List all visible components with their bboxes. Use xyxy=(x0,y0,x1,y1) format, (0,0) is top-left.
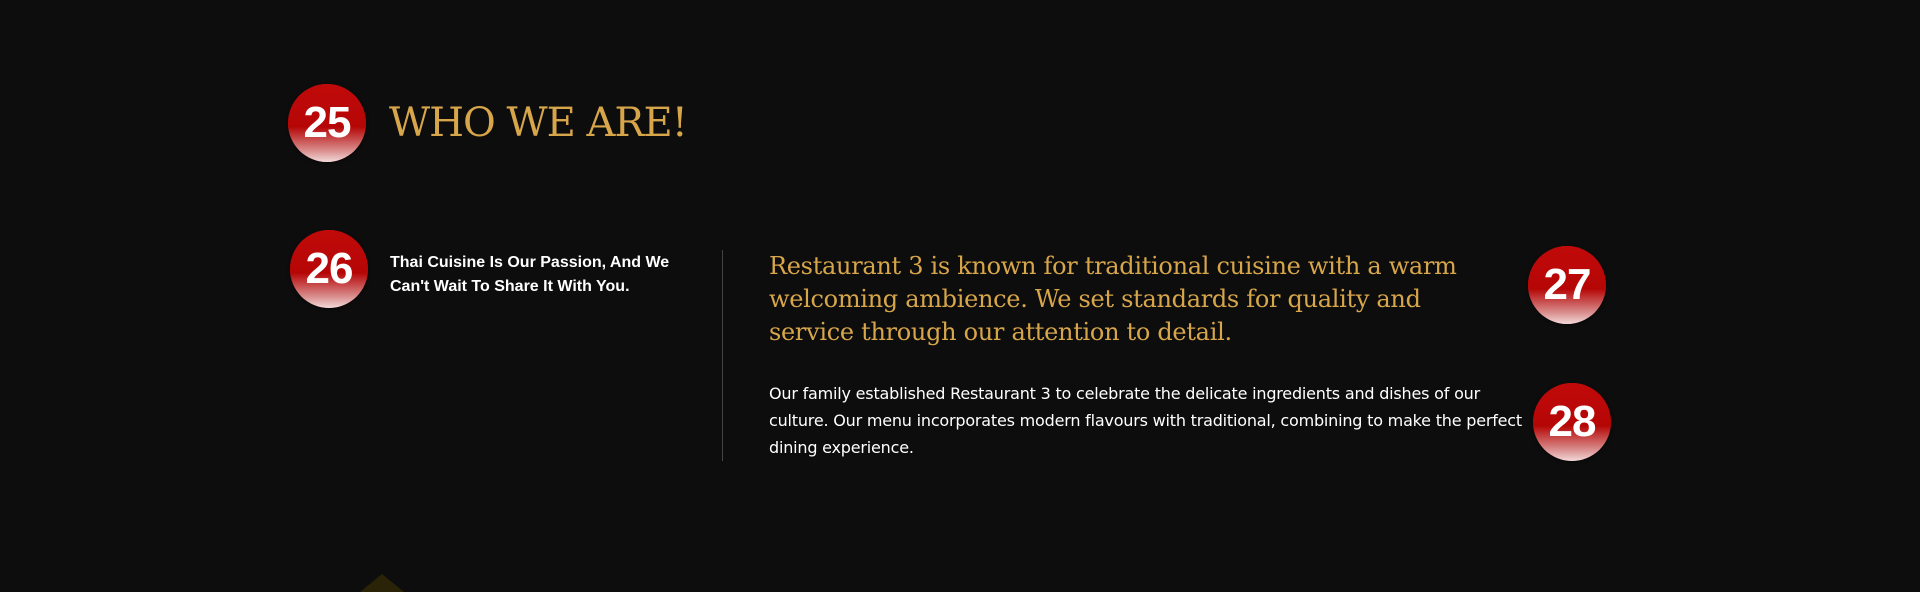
marker-badge-heading: 25 xyxy=(288,84,366,162)
section-lead: Restaurant 3 is known for traditional cu… xyxy=(769,252,1457,346)
section-body: Our family established Restaurant 3 to c… xyxy=(769,384,1522,457)
marker-number: 25 xyxy=(303,98,352,147)
marker-number: 26 xyxy=(305,244,354,293)
marker-badge-lead: 27 xyxy=(1528,246,1606,324)
section-heading: WHO WE ARE! xyxy=(389,100,688,146)
marker-number: 28 xyxy=(1548,397,1597,446)
decorative-shape xyxy=(360,574,404,592)
section-tagline: Thai Cuisine Is Our Passion, And We Can'… xyxy=(390,254,670,295)
marker-badge-body: 28 xyxy=(1533,383,1611,461)
vertical-divider xyxy=(722,250,723,461)
marker-number: 27 xyxy=(1543,260,1592,309)
marker-badge-tagline: 26 xyxy=(290,230,368,308)
